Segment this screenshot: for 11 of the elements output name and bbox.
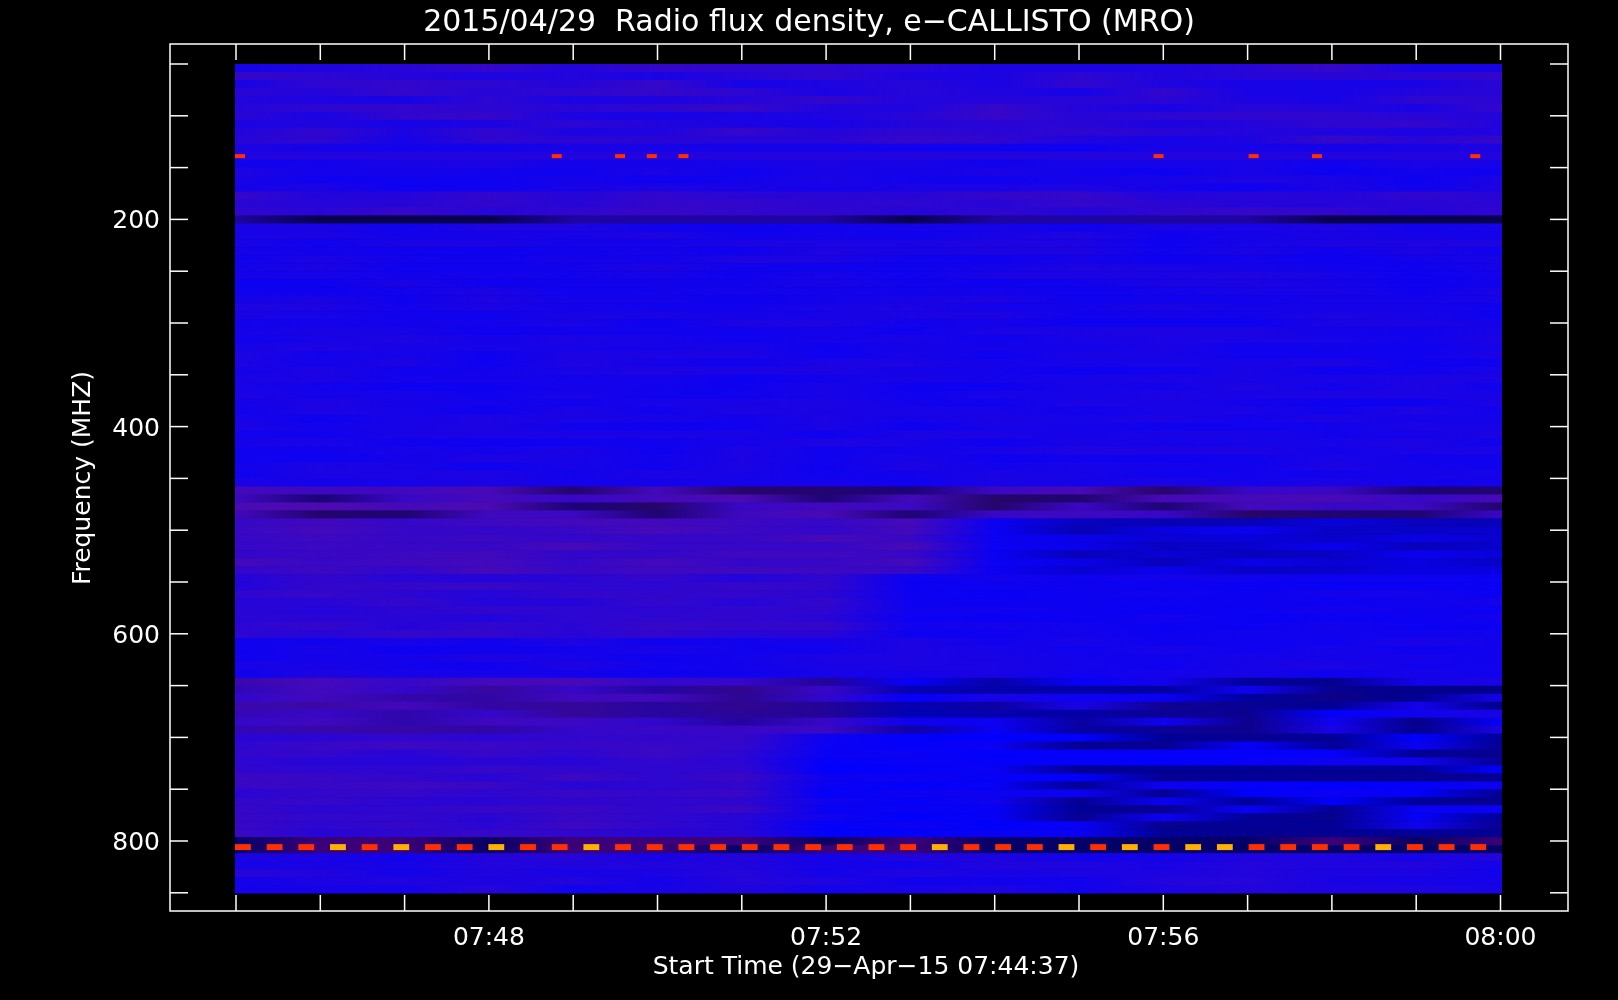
y-tick-label: 400 xyxy=(112,412,160,442)
x-tick-label: 07:48 xyxy=(452,922,525,951)
x-axis-label: Start Time (29−Apr−15 07:44:37) xyxy=(652,951,1080,980)
x-tick-label: 08:00 xyxy=(1464,922,1537,951)
plot-title: 2015/04/29 Radio flux density, e−CALLISTO (MRO) xyxy=(423,3,1195,38)
x-tick-label: 07:52 xyxy=(790,922,863,951)
y-tick-label: 800 xyxy=(112,827,160,856)
y-tick-label: 600 xyxy=(112,619,160,649)
y-tick-label: 200 xyxy=(112,205,160,235)
y-axis-label: Frequency (MHZ) xyxy=(67,370,96,586)
x-tick-label: 07:56 xyxy=(1127,922,1200,951)
